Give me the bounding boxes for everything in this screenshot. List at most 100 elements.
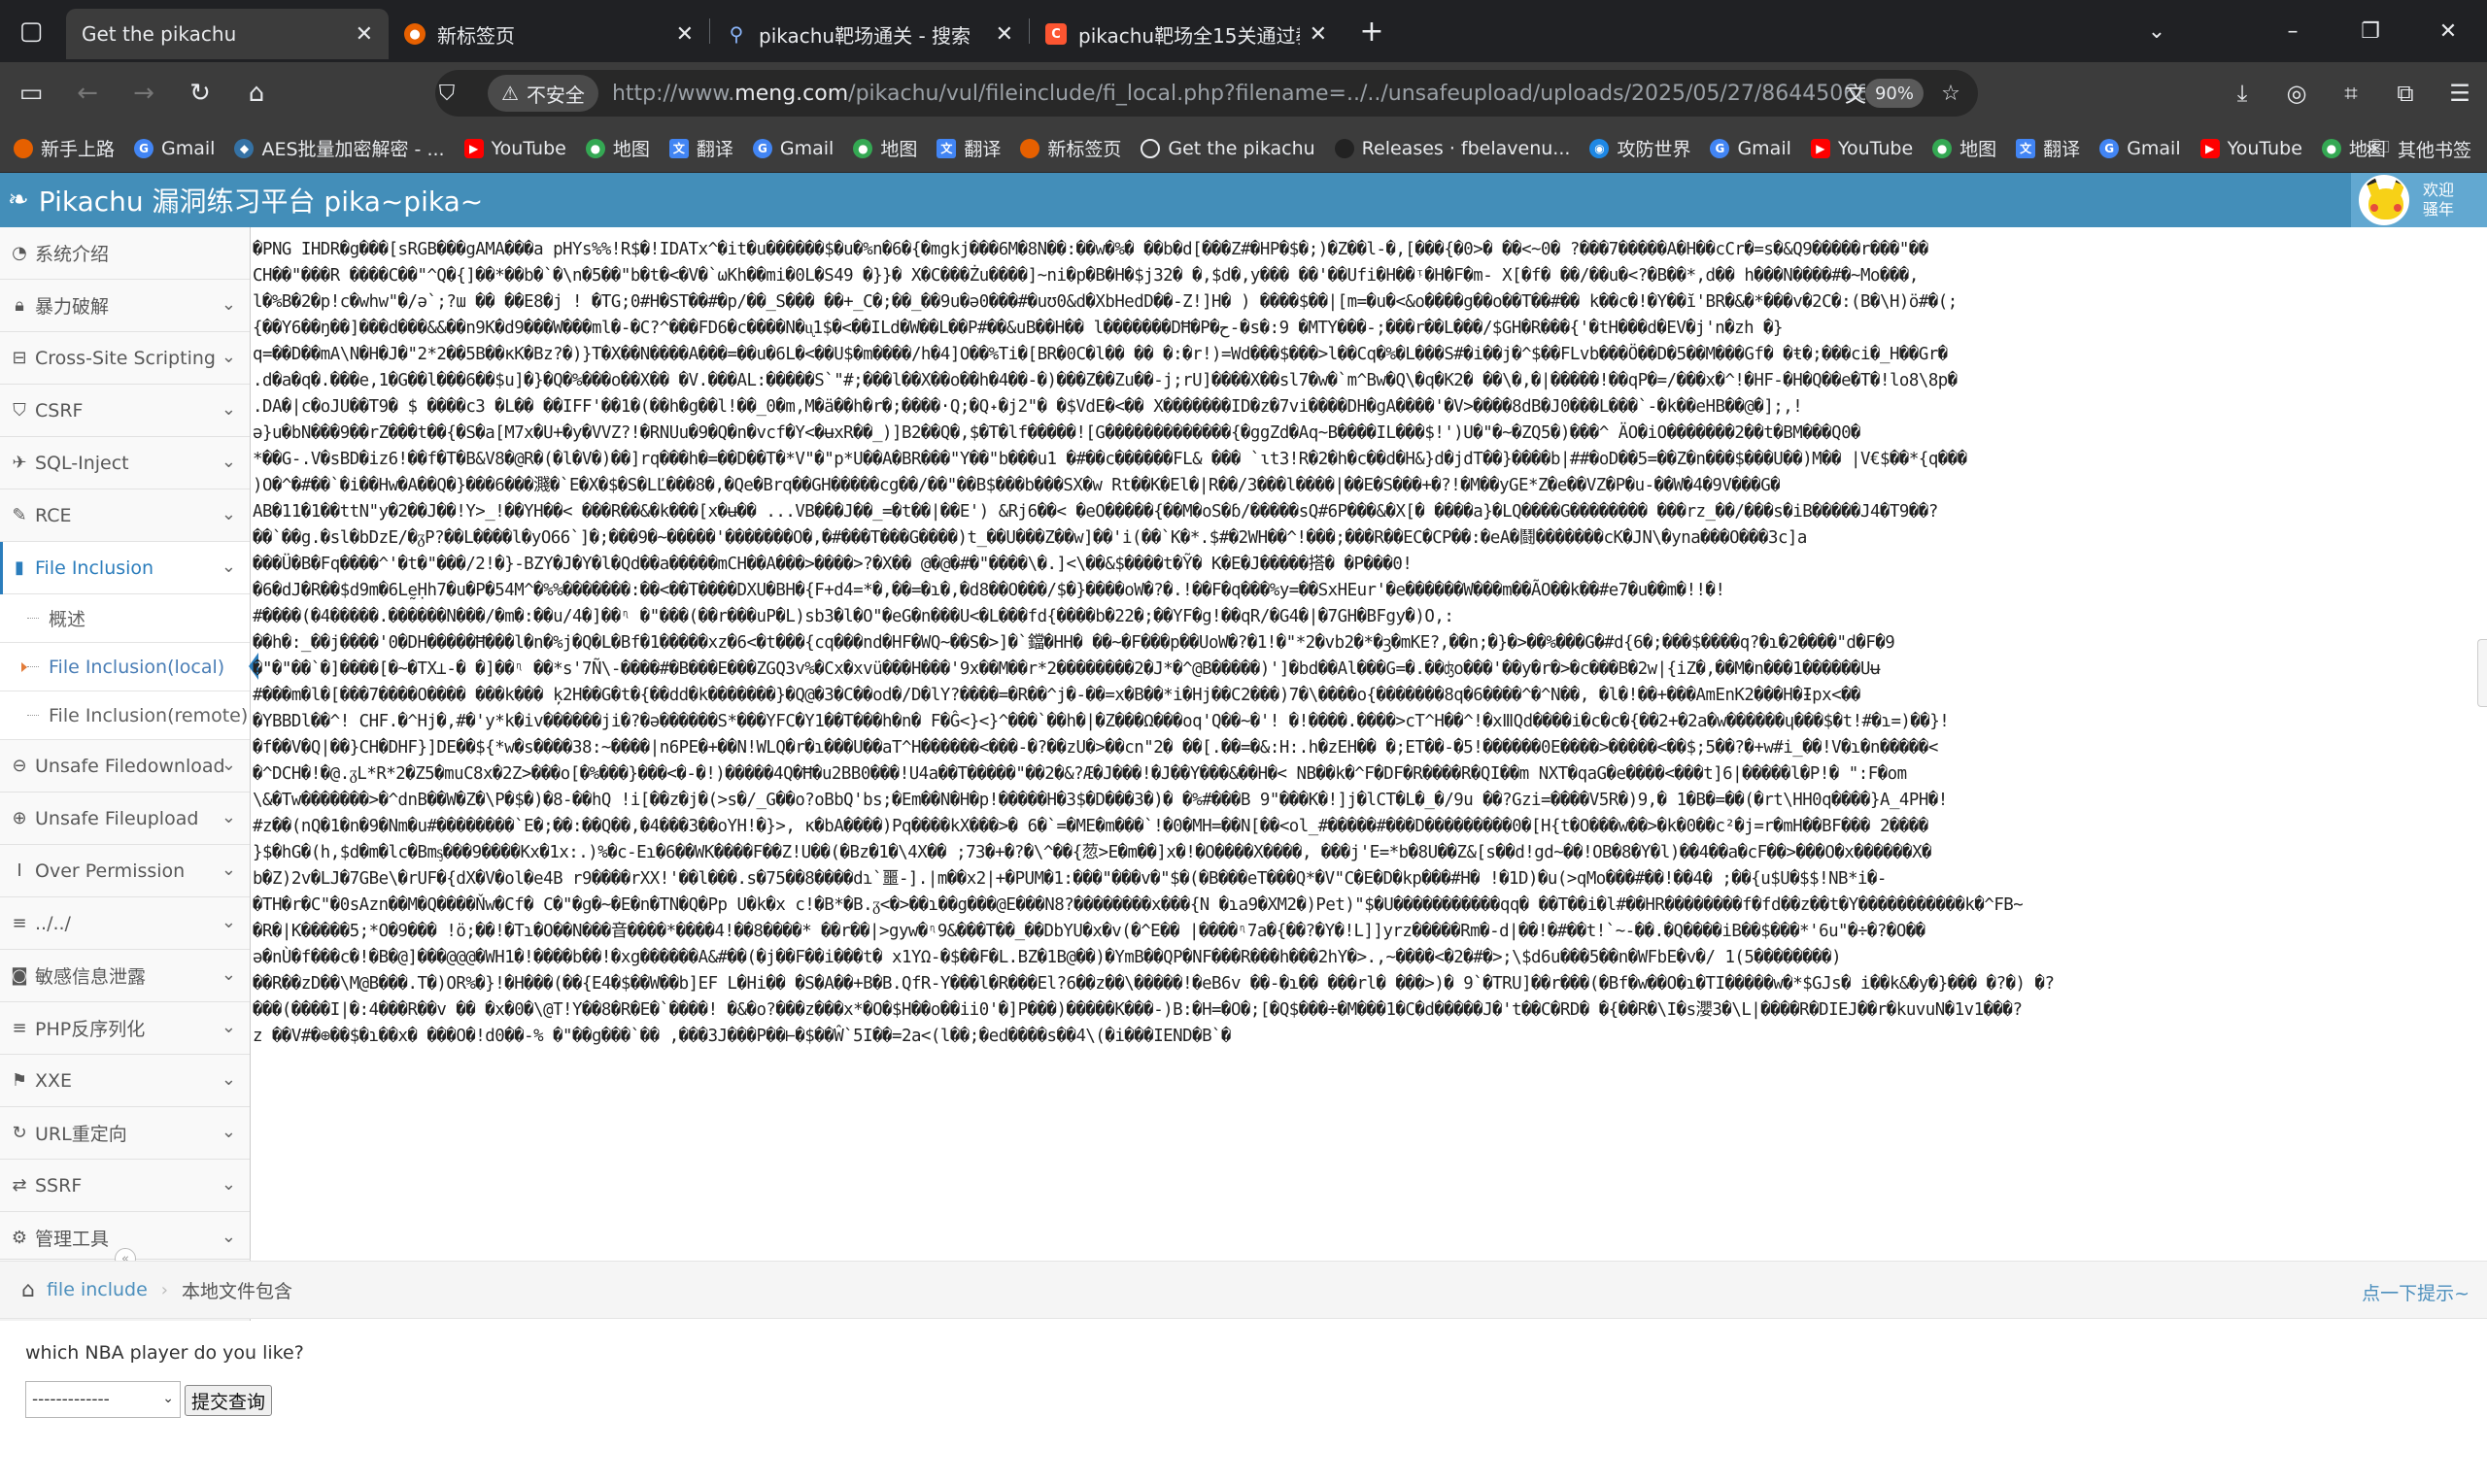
tab-search[interactable]: ⚲ pikachu靶场通关 - 搜索 ✕ — [710, 9, 1029, 59]
window-controls: ⌄ – ❐ ✕ — [2118, 0, 2487, 62]
close-icon[interactable]: ✕ — [676, 22, 694, 47]
sidebar-subitem-overview[interactable]: 概述 — [0, 594, 250, 643]
output-line: #����(�4�����.������N���/�m�:��u/4�]��ᶯ … — [253, 607, 1454, 626]
leaf-icon: ❧ — [8, 186, 29, 215]
sidebar-item-over-permission[interactable]: I Over Permission ⌄ — [0, 845, 250, 897]
close-icon[interactable]: ✕ — [996, 22, 1013, 47]
close-icon[interactable]: ✕ — [1310, 22, 1327, 47]
security-indicator[interactable]: ⚠ 不安全 — [488, 75, 598, 112]
minimize-icon[interactable]: – — [2254, 19, 2332, 44]
sidebar-item-dir-traversal[interactable]: ≡ ../../ ⌄ — [0, 897, 250, 950]
bookmark-label: Gmail — [161, 137, 216, 159]
bookmark-label: 攻防世界 — [1617, 139, 1691, 160]
tab-csdn[interactable]: C pikachu靶场全15关通过教程-C ✕ — [1030, 9, 1343, 59]
sidebar-item-bruteforce[interactable]: 🔒︎ 暴力破解 ⌄ — [0, 280, 250, 332]
sidebar-item-xss[interactable]: ⊟ Cross-Site Scripting ⌄ — [0, 332, 250, 385]
chevron-down-icon: ⌄ — [221, 294, 236, 315]
bookmark-label: Gmail — [779, 137, 835, 159]
sidebar-item-file-inclusion[interactable]: ▮ File Inclusion ⌄ — [0, 542, 250, 594]
sidebar-item-csrf[interactable]: ⛉ CSRF ⌄ — [0, 385, 250, 437]
settings-handle[interactable] — [2477, 639, 2487, 707]
submit-button[interactable]: 提交查询 — [185, 1385, 273, 1416]
tab-new-tab[interactable]: ● 新标签页 ✕ — [389, 9, 709, 59]
sidebar-item-sqli[interactable]: ✈ SQL-Inject ⌄ — [0, 437, 250, 489]
zoom-level[interactable]: 90% — [1864, 79, 1924, 108]
upload-icon: ⊕ — [12, 808, 27, 828]
address-bar[interactable]: ⛉ ⚠ 不安全 http://www.meng.com/pikachu/vul/… — [435, 70, 1978, 117]
bookmark-item[interactable]: G Gmail — [2099, 138, 2181, 159]
tab-list-chevron-icon[interactable]: ⌄ — [2118, 19, 2196, 44]
bookmark-label: AES批量加密解密 - ... — [261, 139, 445, 160]
bookmark-item[interactable]: ▶ YouTube — [2199, 138, 2302, 159]
sidebar-subitem-label: 概述 — [49, 609, 86, 630]
bookmark-item[interactable]: Get the pikachu — [1141, 138, 1315, 159]
sidebar-item-intro[interactable]: ◔ 系统介绍 — [0, 227, 250, 280]
url-text[interactable]: http://www.meng.com/pikachu/vul/fileincl… — [612, 82, 1865, 106]
file-inclusion-submenu: 概述 File Inclusion(local) File Inclusion(… — [0, 594, 258, 740]
bookmark-item[interactable]: ● 地图 — [1932, 135, 1996, 161]
hint-link[interactable]: 点一下提示~ — [2362, 1279, 2470, 1305]
translate-icon: 文 — [937, 138, 957, 158]
new-tab-button[interactable]: + — [1348, 8, 1395, 54]
site-brand[interactable]: ❧ Pikachu 漏洞练习平台 pika~pika~ — [8, 181, 483, 219]
menu-icon[interactable]: ☰ — [2433, 80, 2487, 107]
shield-icon[interactable]: ⛉ — [426, 70, 468, 117]
bookmark-item[interactable]: ● 地图 — [853, 135, 917, 161]
output-line: ��`��g.�sl�bDzE/�ᵹP?��L����l�yO66`]�;���… — [253, 528, 1807, 548]
close-window-icon[interactable]: ✕ — [2409, 19, 2487, 44]
extensions-icon[interactable]: ⧉ — [2378, 80, 2433, 107]
home-icon[interactable]: ⌂ — [21, 1278, 35, 1302]
bookmark-item[interactable]: ◆ AES批量加密解密 - ... — [234, 135, 445, 161]
bookmark-item[interactable]: 文翻译 — [668, 135, 733, 161]
sidebar-item-info-leak[interactable]: ◙ 敏感信息泄露 ⌄ — [0, 950, 250, 1002]
account-icon[interactable]: ◎ — [2269, 80, 2324, 107]
chevron-down-icon: ⌄ — [162, 1391, 174, 1406]
bookmark-item[interactable]: G Gmail — [752, 137, 835, 159]
sidebar-subitem-fi-remote[interactable]: File Inclusion(remote) — [0, 691, 250, 740]
restore-icon[interactable]: ❐ — [2332, 19, 2409, 44]
bookmark-item[interactable]: 新标签页 — [1020, 135, 1121, 161]
back-icon[interactable]: ← — [62, 68, 113, 118]
bookmark-label: 地图 — [612, 139, 650, 160]
sidebar-item-label: File Inclusion — [35, 556, 154, 579]
sidebar-toggle-icon[interactable]: ▭ — [6, 68, 56, 118]
reload-icon[interactable]: ↻ — [175, 68, 225, 118]
sidebar-item-xxe[interactable]: ⚑ XXE ⌄ — [0, 1055, 250, 1107]
sidebar-item-unsafe-fileupload[interactable]: ⊕ Unsafe Fileupload ⌄ — [0, 793, 250, 845]
welcome-text: 欢迎 骚年 — [2423, 181, 2454, 219]
tab-get-the-pikachu[interactable]: Get the pikachu ✕ — [66, 9, 389, 59]
avatar-cheek — [2394, 204, 2402, 212]
crop-icon[interactable]: ⌗ — [2324, 80, 2378, 107]
bookmark-item[interactable]: Releases · fbelavenu... — [1334, 138, 1570, 159]
bookmark-item[interactable]: G Gmail — [1710, 138, 1791, 159]
close-icon[interactable]: ✕ — [356, 22, 373, 47]
csdn-icon: C — [1045, 23, 1067, 45]
sidebar-item-url-redirect[interactable]: ↻ URL重定向 ⌄ — [0, 1107, 250, 1160]
google-icon: G — [752, 138, 772, 158]
user-menu[interactable]: 欢迎 骚年 — [2351, 173, 2487, 227]
sidebar-item-php-unserialize[interactable]: ≡ PHP反序列化 ⌄ — [0, 1002, 250, 1055]
home-icon[interactable]: ⌂ — [231, 68, 282, 118]
bookmark-item[interactable]: ▶ YouTube — [1810, 138, 1913, 159]
output-line: �6�dJ�R��$d9m�6LḛḤh7�u�P�54M^�%%�������:… — [253, 581, 1725, 600]
tab-overview-icon[interactable]: ▢ — [0, 0, 62, 62]
bookmark-item[interactable]: ◉ 攻防世界 — [1589, 135, 1690, 161]
download-icon[interactable]: ⤓ — [2215, 80, 2269, 107]
bookmark-item[interactable]: ● 地图 — [585, 135, 650, 161]
bookmark-item[interactable]: ▶ YouTube — [463, 138, 566, 159]
sidebar-item-ssrf[interactable]: ⇄ SSRF ⌄ — [0, 1160, 250, 1212]
star-icon[interactable]: ☆ — [1931, 70, 1970, 117]
breadcrumb-link-file-include[interactable]: file include — [47, 1279, 148, 1300]
bookmark-item[interactable]: G Gmail — [134, 138, 215, 159]
bookmark-item[interactable]: 新手上路 — [14, 135, 115, 161]
nba-player-select[interactable]: ------------- ⌄ — [25, 1381, 181, 1418]
bookmark-item[interactable]: 文翻译 — [937, 135, 1001, 161]
other-bookmarks[interactable]: 🗀 其他书签 — [2371, 124, 2471, 173]
site-header: ❧ Pikachu 漏洞练习平台 pika~pika~ 欢迎 骚年 — [0, 173, 2487, 227]
python-icon: ◆ — [234, 138, 255, 158]
sidebar-item-unsafe-filedownload[interactable]: ⊖ Unsafe Filedownload ⌄ — [0, 740, 250, 793]
sidebar-item-rce[interactable]: ✎ RCE ⌄ — [0, 489, 250, 542]
bookmark-item[interactable]: 文翻译 — [2016, 135, 2080, 161]
forward-icon[interactable]: → — [119, 68, 169, 118]
sidebar-subitem-fi-local[interactable]: File Inclusion(local) — [0, 643, 258, 691]
